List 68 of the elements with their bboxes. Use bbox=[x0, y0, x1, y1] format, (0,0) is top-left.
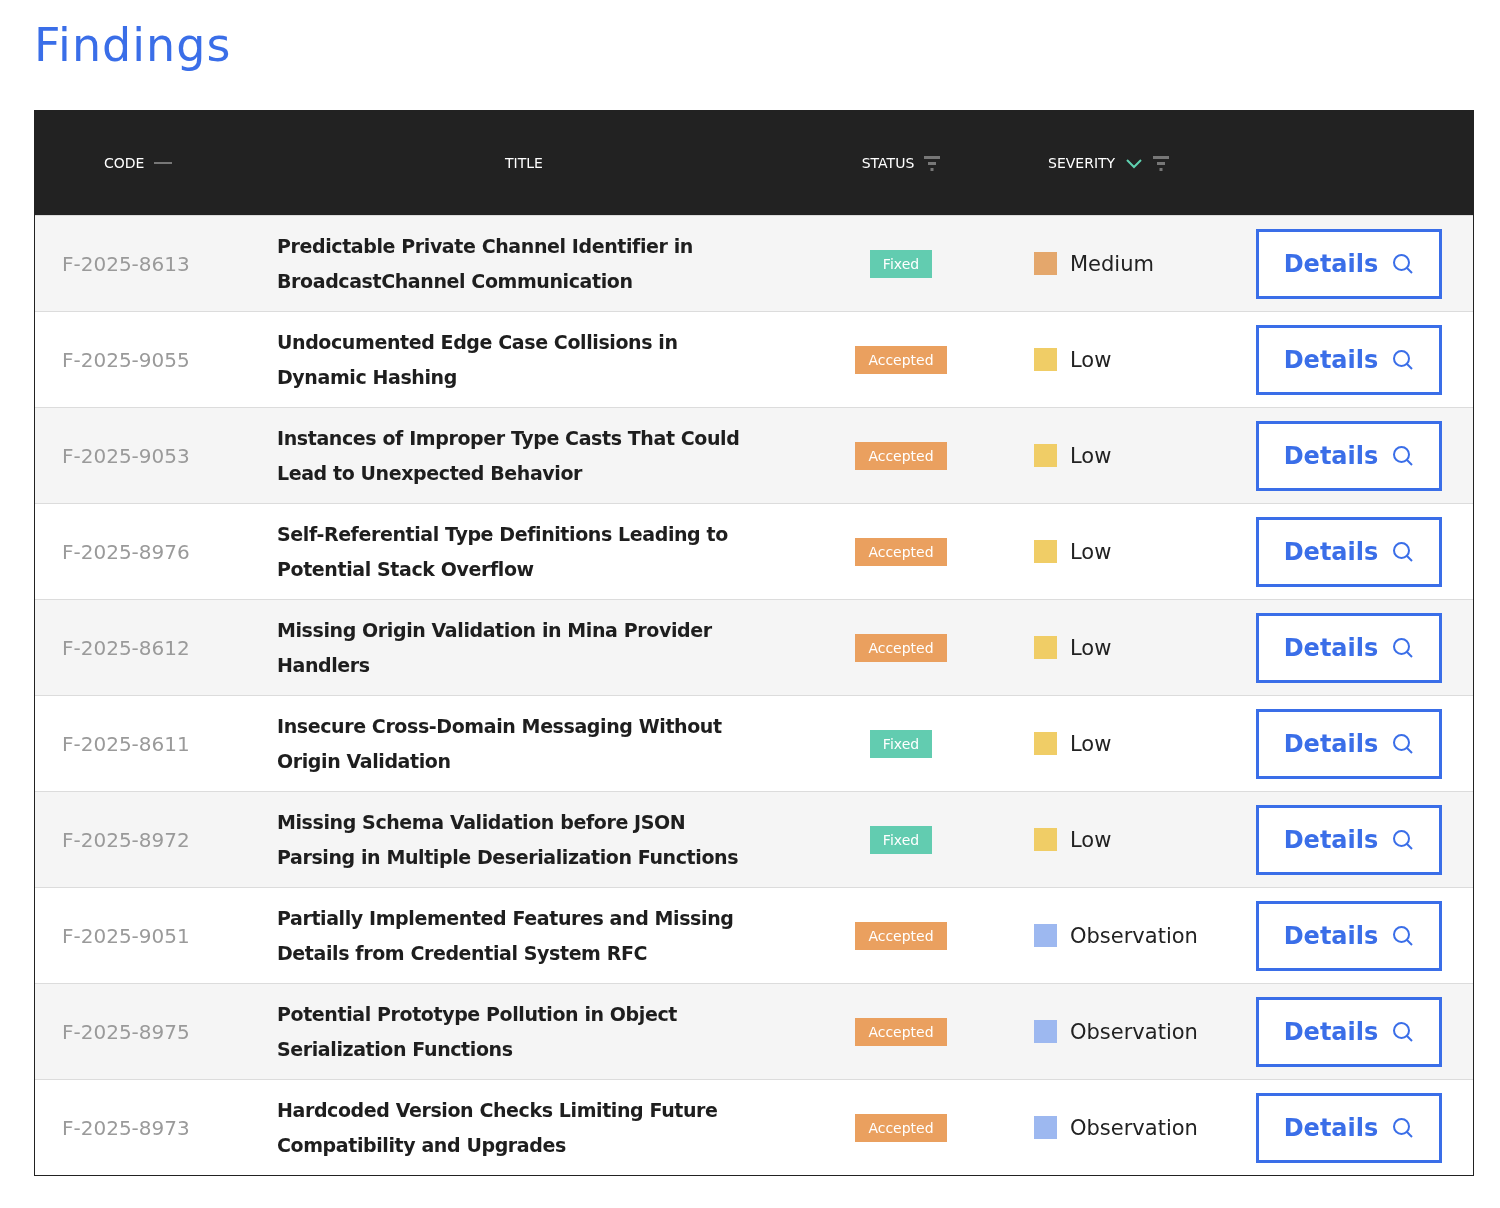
status-badge: Accepted bbox=[855, 1017, 947, 1046]
search-icon bbox=[1392, 636, 1415, 659]
severity-label: Observation bbox=[1070, 1019, 1198, 1044]
finding-title: Undocumented Edge Case Collisions in Dynamic Hashing bbox=[277, 329, 679, 390]
status-badge: Accepted bbox=[855, 921, 947, 950]
finding-code: F-2025-8611 bbox=[61, 731, 191, 756]
finding-code: F-2025-9055 bbox=[61, 347, 191, 372]
status-badge: Accepted bbox=[855, 633, 947, 662]
column-header[interactable]: CODE bbox=[104, 154, 145, 171]
search-icon bbox=[1392, 444, 1415, 467]
status-badge: Fixed bbox=[869, 825, 933, 854]
details-button[interactable]: Details bbox=[1256, 324, 1442, 395]
finding-title: Missing Schema Validation before JSON Parsing in Multiple Deserialization Functions bbox=[277, 809, 740, 870]
finding-title: Missing Origin Validation in Mina Provider Handlers bbox=[277, 617, 713, 678]
details-button[interactable]: Details bbox=[1256, 228, 1442, 299]
finding-code: F-2025-8976 bbox=[61, 539, 191, 564]
details-button[interactable]: Details bbox=[1256, 1092, 1442, 1163]
search-icon bbox=[1392, 540, 1415, 563]
details-button[interactable]: Details bbox=[1256, 420, 1442, 491]
filter-icon[interactable] bbox=[1153, 154, 1170, 171]
finding-title: Hardcoded Version Checks Limiting Future Compatibility and Upgrades bbox=[277, 1097, 719, 1158]
status-badge: Accepted bbox=[855, 345, 947, 374]
status-badge: Accepted bbox=[855, 441, 947, 470]
finding-code: F-2025-8972 bbox=[61, 827, 191, 852]
status-badge: Accepted bbox=[855, 537, 947, 566]
finding-code: F-2025-8613 bbox=[61, 251, 191, 276]
finding-title: Predictable Private Channel Identifier in BroadcastChannel Communication bbox=[277, 233, 694, 294]
finding-code: F-2025-8975 bbox=[61, 1019, 191, 1044]
finding-title: Potential Prototype Pollution in Object Serialization Functions bbox=[277, 1001, 678, 1062]
status-badge: Accepted bbox=[855, 1113, 947, 1142]
column-header[interactable]: SEVERITY bbox=[1048, 154, 1116, 171]
finding-title: Partially Implemented Features and Missing Details from Credential System RFC bbox=[277, 905, 735, 966]
details-button[interactable]: Details bbox=[1256, 516, 1442, 587]
severity-label: Low bbox=[1070, 635, 1112, 660]
severity-label: Low bbox=[1070, 731, 1112, 756]
finding-code: F-2025-9051 bbox=[61, 923, 191, 948]
page-title: Findings bbox=[34, 18, 233, 72]
search-icon bbox=[1392, 732, 1415, 755]
details-button[interactable]: Details bbox=[1256, 996, 1442, 1067]
search-icon bbox=[1392, 1116, 1415, 1139]
severity-label: Low bbox=[1070, 827, 1112, 852]
details-button[interactable]: Details bbox=[1256, 708, 1442, 779]
status-badge: Fixed bbox=[869, 729, 933, 758]
severity-label: Medium bbox=[1070, 251, 1154, 276]
search-icon bbox=[1392, 924, 1415, 947]
finding-title: Insecure Cross-Domain Messaging Without Origin Validation bbox=[277, 713, 723, 774]
finding-code: F-2025-8973 bbox=[61, 1115, 191, 1140]
chevron-down-icon[interactable] bbox=[1125, 156, 1144, 169]
search-icon bbox=[1392, 348, 1415, 371]
status-badge: Fixed bbox=[869, 249, 933, 278]
details-button[interactable]: Details bbox=[1256, 612, 1442, 683]
severity-label: Low bbox=[1070, 443, 1112, 468]
finding-code: F-2025-9053 bbox=[61, 443, 191, 468]
finding-title: Instances of Improper Type Casts That Could Lead to Unexpected Behavior bbox=[277, 425, 741, 486]
severity-label: Low bbox=[1070, 539, 1112, 564]
finding-code: F-2025-8612 bbox=[61, 635, 191, 660]
search-icon bbox=[1392, 828, 1415, 851]
column-header[interactable]: STATUS bbox=[861, 154, 915, 171]
column-header[interactable]: TITLE bbox=[505, 154, 543, 171]
severity-label: Observation bbox=[1070, 923, 1198, 948]
filter-icon[interactable] bbox=[924, 154, 941, 171]
details-button[interactable]: Details bbox=[1256, 804, 1442, 875]
finding-title: Self-Referential Type Definitions Leading to Potential Stack Overflow bbox=[277, 521, 729, 582]
severity-label: Low bbox=[1070, 347, 1112, 372]
severity-label: Observation bbox=[1070, 1115, 1198, 1140]
search-icon bbox=[1392, 252, 1415, 275]
search-icon bbox=[1392, 1020, 1415, 1043]
details-button[interactable]: Details bbox=[1256, 900, 1442, 971]
